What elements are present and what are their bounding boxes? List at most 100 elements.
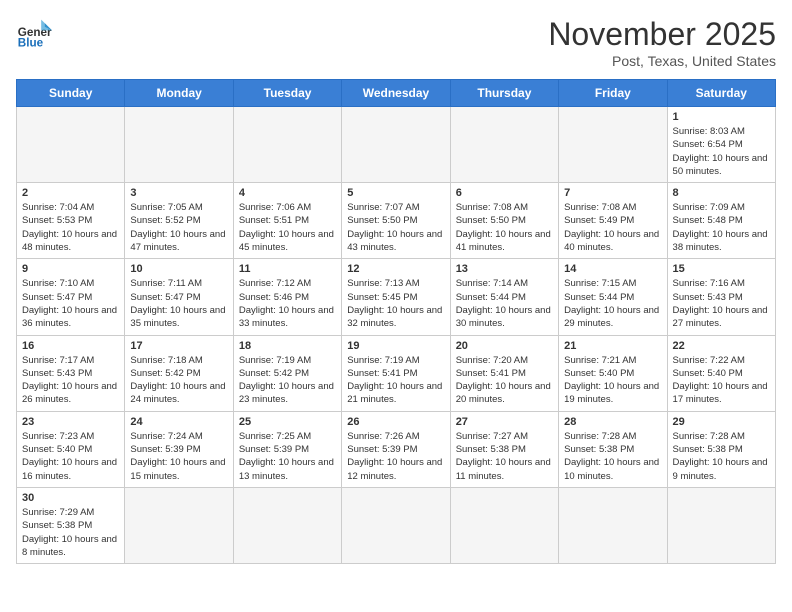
day-info: Sunrise: 7:21 AMSunset: 5:40 PMDaylight:… xyxy=(564,354,661,407)
calendar-week-row: 16 Sunrise: 7:17 AMSunset: 5:43 PMDayligh… xyxy=(17,335,776,411)
day-number: 4 xyxy=(239,187,336,199)
day-number: 1 xyxy=(673,111,770,123)
calendar-day-cell: 16 Sunrise: 7:17 AMSunset: 5:43 PMDayligh… xyxy=(17,335,125,411)
day-number: 15 xyxy=(673,263,770,275)
calendar-day-cell xyxy=(559,487,667,563)
calendar-day-cell: 23 Sunrise: 7:23 AMSunset: 5:40 PMDayligh… xyxy=(17,411,125,487)
day-info: Sunrise: 7:15 AMSunset: 5:44 PMDaylight:… xyxy=(564,277,661,330)
day-number: 9 xyxy=(22,263,119,275)
calendar-week-row: 9Sunrise: 7:10 AMSunset: 5:47 PMDaylight… xyxy=(17,259,776,335)
day-number: 14 xyxy=(564,263,661,275)
day-number: 17 xyxy=(130,340,227,352)
calendar-day-cell: 5 Sunrise: 7:07 AMSunset: 5:50 PMDaylight… xyxy=(342,183,450,259)
day-info: Sunrise: 7:13 AMSunset: 5:45 PMDaylight:… xyxy=(347,277,444,330)
day-number: 19 xyxy=(347,340,444,352)
day-info: Sunrise: 7:17 AMSunset: 5:43 PMDaylight:… xyxy=(22,354,119,407)
day-number: 30 xyxy=(22,492,119,504)
calendar-day-cell xyxy=(125,107,233,183)
day-info: Sunrise: 7:14 AMSunset: 5:44 PMDaylight:… xyxy=(456,277,553,330)
day-number: 5 xyxy=(347,187,444,199)
svg-text:Blue: Blue xyxy=(18,37,44,50)
day-info: Sunrise: 7:08 AMSunset: 5:49 PMDaylight:… xyxy=(564,201,661,254)
month-title: November 2025 xyxy=(548,16,776,53)
day-number: 21 xyxy=(564,340,661,352)
day-number: 25 xyxy=(239,416,336,428)
calendar-day-cell: 13 Sunrise: 7:14 AMSunset: 5:44 PMDayligh… xyxy=(450,259,558,335)
day-info: Sunrise: 7:05 AMSunset: 5:52 PMDaylight:… xyxy=(130,201,227,254)
calendar-table: SundayMondayTuesdayWednesdayThursdayFrid… xyxy=(16,79,776,564)
day-info: Sunrise: 8:03 AMSunset: 6:54 PMDaylight:… xyxy=(673,125,770,178)
day-info: Sunrise: 7:04 AMSunset: 5:53 PMDaylight:… xyxy=(22,201,119,254)
calendar-day-cell: 8Sunrise: 7:09 AMSunset: 5:48 PMDaylight… xyxy=(667,183,775,259)
day-number: 23 xyxy=(22,416,119,428)
day-number: 27 xyxy=(456,416,553,428)
calendar-day-cell: 11 Sunrise: 7:12 AMSunset: 5:46 PMDayligh… xyxy=(233,259,341,335)
day-info: Sunrise: 7:06 AMSunset: 5:51 PMDaylight:… xyxy=(239,201,336,254)
calendar-day-cell: 4 Sunrise: 7:06 AMSunset: 5:51 PMDaylight… xyxy=(233,183,341,259)
calendar-week-row: 23 Sunrise: 7:23 AMSunset: 5:40 PMDayligh… xyxy=(17,411,776,487)
calendar-day-cell xyxy=(450,487,558,563)
day-info: Sunrise: 7:22 AMSunset: 5:40 PMDaylight:… xyxy=(673,354,770,407)
calendar-day-cell: 29Sunrise: 7:28 AMSunset: 5:38 PMDayligh… xyxy=(667,411,775,487)
calendar-week-row: 1 Sunrise: 8:03 AMSunset: 6:54 PMDaylight… xyxy=(17,107,776,183)
calendar-day-cell: 14 Sunrise: 7:15 AMSunset: 5:44 PMDayligh… xyxy=(559,259,667,335)
day-info: Sunrise: 7:19 AMSunset: 5:41 PMDaylight:… xyxy=(347,354,444,407)
calendar-day-cell: 26 Sunrise: 7:26 AMSunset: 5:39 PMDayligh… xyxy=(342,411,450,487)
calendar-day-cell xyxy=(233,107,341,183)
day-info: Sunrise: 7:11 AMSunset: 5:47 PMDaylight:… xyxy=(130,277,227,330)
weekday-header: Friday xyxy=(559,80,667,107)
title-area: November 2025 Post, Texas, United States xyxy=(548,16,776,69)
day-info: Sunrise: 7:28 AMSunset: 5:38 PMDaylight:… xyxy=(673,430,770,483)
day-info: Sunrise: 7:27 AMSunset: 5:38 PMDaylight:… xyxy=(456,430,553,483)
day-info: Sunrise: 7:08 AMSunset: 5:50 PMDaylight:… xyxy=(456,201,553,254)
day-number: 8 xyxy=(673,187,770,199)
calendar-day-cell xyxy=(667,487,775,563)
day-info: Sunrise: 7:18 AMSunset: 5:42 PMDaylight:… xyxy=(130,354,227,407)
day-number: 3 xyxy=(130,187,227,199)
calendar-day-cell: 6 Sunrise: 7:08 AMSunset: 5:50 PMDaylight… xyxy=(450,183,558,259)
day-number: 11 xyxy=(239,263,336,275)
day-info: Sunrise: 7:25 AMSunset: 5:39 PMDaylight:… xyxy=(239,430,336,483)
calendar-day-cell xyxy=(233,487,341,563)
day-number: 24 xyxy=(130,416,227,428)
calendar-day-cell xyxy=(17,107,125,183)
calendar-day-cell: 24 Sunrise: 7:24 AMSunset: 5:39 PMDayligh… xyxy=(125,411,233,487)
weekday-header-row: SundayMondayTuesdayWednesdayThursdayFrid… xyxy=(17,80,776,107)
calendar-day-cell: 20Sunrise: 7:20 AMSunset: 5:41 PMDayligh… xyxy=(450,335,558,411)
day-info: Sunrise: 7:12 AMSunset: 5:46 PMDaylight:… xyxy=(239,277,336,330)
calendar-day-cell: 12Sunrise: 7:13 AMSunset: 5:45 PMDayligh… xyxy=(342,259,450,335)
day-number: 26 xyxy=(347,416,444,428)
day-number: 13 xyxy=(456,263,553,275)
calendar-day-cell xyxy=(559,107,667,183)
logo-icon: General Blue xyxy=(16,16,52,52)
day-number: 2 xyxy=(22,187,119,199)
day-info: Sunrise: 7:16 AMSunset: 5:43 PMDaylight:… xyxy=(673,277,770,330)
day-info: Sunrise: 7:23 AMSunset: 5:40 PMDaylight:… xyxy=(22,430,119,483)
day-info: Sunrise: 7:07 AMSunset: 5:50 PMDaylight:… xyxy=(347,201,444,254)
day-info: Sunrise: 7:29 AMSunset: 5:38 PMDaylight:… xyxy=(22,506,119,559)
calendar-day-cell: 9Sunrise: 7:10 AMSunset: 5:47 PMDaylight… xyxy=(17,259,125,335)
calendar-day-cell: 30 Sunrise: 7:29 AMSunset: 5:38 PMDayligh… xyxy=(17,487,125,563)
day-info: Sunrise: 7:24 AMSunset: 5:39 PMDaylight:… xyxy=(130,430,227,483)
calendar-day-cell xyxy=(342,107,450,183)
logo: General Blue xyxy=(16,16,52,52)
calendar-day-cell: 19 Sunrise: 7:19 AMSunset: 5:41 PMDayligh… xyxy=(342,335,450,411)
calendar-day-cell: 15 Sunrise: 7:16 AMSunset: 5:43 PMDayligh… xyxy=(667,259,775,335)
calendar-day-cell: 21 Sunrise: 7:21 AMSunset: 5:40 PMDayligh… xyxy=(559,335,667,411)
calendar-week-row: 30 Sunrise: 7:29 AMSunset: 5:38 PMDayligh… xyxy=(17,487,776,563)
day-number: 7 xyxy=(564,187,661,199)
calendar-day-cell: 17 Sunrise: 7:18 AMSunset: 5:42 PMDayligh… xyxy=(125,335,233,411)
day-number: 6 xyxy=(456,187,553,199)
day-info: Sunrise: 7:26 AMSunset: 5:39 PMDaylight:… xyxy=(347,430,444,483)
weekday-header: Monday xyxy=(125,80,233,107)
calendar-day-cell: 25 Sunrise: 7:25 AMSunset: 5:39 PMDayligh… xyxy=(233,411,341,487)
day-info: Sunrise: 7:28 AMSunset: 5:38 PMDaylight:… xyxy=(564,430,661,483)
day-number: 16 xyxy=(22,340,119,352)
calendar-day-cell: 3 Sunrise: 7:05 AMSunset: 5:52 PMDaylight… xyxy=(125,183,233,259)
page-header: General Blue November 2025 Post, Texas, … xyxy=(16,16,776,69)
day-number: 10 xyxy=(130,263,227,275)
calendar-day-cell xyxy=(125,487,233,563)
location: Post, Texas, United States xyxy=(548,53,776,69)
day-number: 22 xyxy=(673,340,770,352)
calendar-day-cell xyxy=(450,107,558,183)
